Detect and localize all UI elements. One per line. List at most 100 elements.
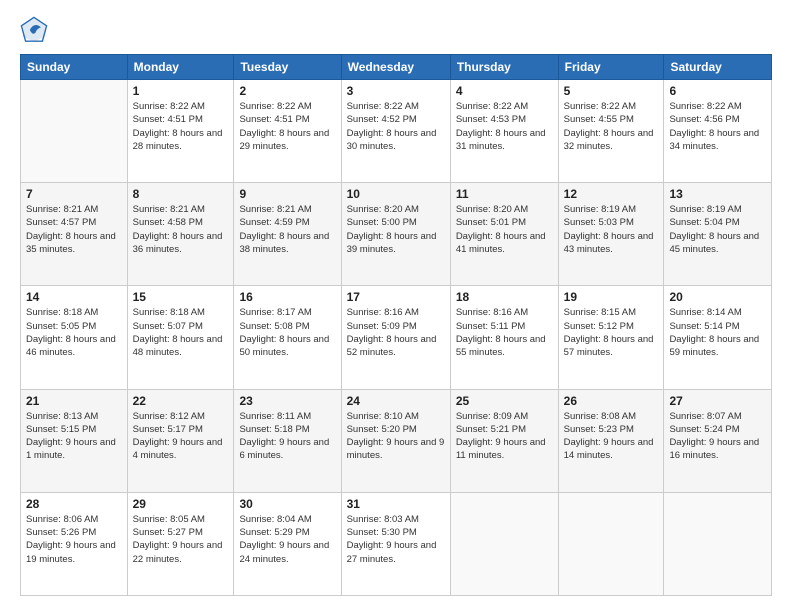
day-cell: 4 Sunrise: 8:22 AMSunset: 4:53 PMDaylight… [450, 80, 558, 183]
day-info: Sunrise: 8:04 AMSunset: 5:29 PMDaylight:… [239, 513, 335, 566]
day-info: Sunrise: 8:05 AMSunset: 5:27 PMDaylight:… [133, 513, 229, 566]
calendar-table: SundayMondayTuesdayWednesdayThursdayFrid… [20, 54, 772, 596]
day-number: 17 [347, 290, 445, 304]
day-cell: 25 Sunrise: 8:09 AMSunset: 5:21 PMDayligh… [450, 389, 558, 492]
week-row: 28 Sunrise: 8:06 AMSunset: 5:26 PMDayligh… [21, 492, 772, 595]
day-info: Sunrise: 8:21 AMSunset: 4:57 PMDaylight:… [26, 203, 122, 256]
weekday-header: Tuesday [234, 55, 341, 80]
page: SundayMondayTuesdayWednesdayThursdayFrid… [0, 0, 792, 612]
day-number: 7 [26, 187, 122, 201]
day-number: 16 [239, 290, 335, 304]
day-info: Sunrise: 8:06 AMSunset: 5:26 PMDaylight:… [26, 513, 122, 566]
weekday-header: Sunday [21, 55, 128, 80]
day-cell: 31 Sunrise: 8:03 AMSunset: 5:30 PMDayligh… [341, 492, 450, 595]
header-row: SundayMondayTuesdayWednesdayThursdayFrid… [21, 55, 772, 80]
day-number: 30 [239, 497, 335, 511]
weekday-header: Saturday [664, 55, 772, 80]
day-number: 9 [239, 187, 335, 201]
day-info: Sunrise: 8:21 AMSunset: 4:58 PMDaylight:… [133, 203, 229, 256]
day-number: 20 [669, 290, 766, 304]
day-cell: 27 Sunrise: 8:07 AMSunset: 5:24 PMDayligh… [664, 389, 772, 492]
day-cell: 11 Sunrise: 8:20 AMSunset: 5:01 PMDayligh… [450, 183, 558, 286]
weekday-header: Friday [558, 55, 664, 80]
day-cell: 3Sunrise: 8:22 AMSunset: 4:52 PMDaylight… [341, 80, 450, 183]
day-info: Sunrise: 8:13 AMSunset: 5:15 PMDaylight:… [26, 410, 122, 463]
logo-icon [20, 16, 48, 44]
week-row: 1 Sunrise: 8:22 AMSunset: 4:51 PMDaylight… [21, 80, 772, 183]
day-cell: 19Sunrise: 8:15 AMSunset: 5:12 PMDayligh… [558, 286, 664, 389]
day-cell: 18 Sunrise: 8:16 AMSunset: 5:11 PMDayligh… [450, 286, 558, 389]
day-cell: 7 Sunrise: 8:21 AMSunset: 4:57 PMDaylight… [21, 183, 128, 286]
day-cell: 23 Sunrise: 8:11 AMSunset: 5:18 PMDayligh… [234, 389, 341, 492]
weekday-header: Monday [127, 55, 234, 80]
day-number: 12 [564, 187, 659, 201]
day-cell: 2Sunrise: 8:22 AMSunset: 4:51 PMDaylight… [234, 80, 341, 183]
day-number: 5 [564, 84, 659, 98]
day-info: Sunrise: 8:22 AMSunset: 4:53 PMDaylight:… [456, 100, 553, 153]
day-info: Sunrise: 8:10 AMSunset: 5:20 PMDaylight:… [347, 410, 445, 463]
day-info: Sunrise: 8:03 AMSunset: 5:30 PMDaylight:… [347, 513, 445, 566]
day-cell: 6Sunrise: 8:22 AMSunset: 4:56 PMDaylight… [664, 80, 772, 183]
day-cell: 14 Sunrise: 8:18 AMSunset: 5:05 PMDayligh… [21, 286, 128, 389]
day-info: Sunrise: 8:17 AMSunset: 5:08 PMDaylight:… [239, 306, 335, 359]
day-cell: 20 Sunrise: 8:14 AMSunset: 5:14 PMDayligh… [664, 286, 772, 389]
day-info: Sunrise: 8:07 AMSunset: 5:24 PMDaylight:… [669, 410, 766, 463]
day-cell: 1Sunrise: 8:22 AMSunset: 4:51 PMDaylight… [127, 80, 234, 183]
day-info: Sunrise: 8:14 AMSunset: 5:14 PMDaylight:… [669, 306, 766, 359]
day-number: 25 [456, 394, 553, 408]
weekday-header: Thursday [450, 55, 558, 80]
day-info: Sunrise: 8:21 AMSunset: 4:59 PMDaylight:… [239, 203, 335, 256]
day-number: 24 [347, 394, 445, 408]
day-cell [664, 492, 772, 595]
day-info: Sunrise: 8:19 AMSunset: 5:04 PMDaylight:… [669, 203, 766, 256]
day-info: Sunrise: 8:18 AMSunset: 5:05 PMDaylight:… [26, 306, 122, 359]
day-number: 29 [133, 497, 229, 511]
day-info: Sunrise: 8:22 AMSunset: 4:52 PMDaylight:… [347, 100, 445, 153]
day-cell: 16 Sunrise: 8:17 AMSunset: 5:08 PMDayligh… [234, 286, 341, 389]
day-info: Sunrise: 8:18 AMSunset: 5:07 PMDaylight:… [133, 306, 229, 359]
day-cell: 21 Sunrise: 8:13 AMSunset: 5:15 PMDayligh… [21, 389, 128, 492]
day-cell: 5 Sunrise: 8:22 AMSunset: 4:55 PMDaylight… [558, 80, 664, 183]
day-number: 14 [26, 290, 122, 304]
day-info: Sunrise: 8:19 AMSunset: 5:03 PMDaylight:… [564, 203, 659, 256]
day-number: 22 [133, 394, 229, 408]
day-number: 28 [26, 497, 122, 511]
day-number: 18 [456, 290, 553, 304]
day-cell: 29 Sunrise: 8:05 AMSunset: 5:27 PMDayligh… [127, 492, 234, 595]
day-number: 31 [347, 497, 445, 511]
day-number: 21 [26, 394, 122, 408]
day-cell: 13 Sunrise: 8:19 AMSunset: 5:04 PMDayligh… [664, 183, 772, 286]
day-info: Sunrise: 8:16 AMSunset: 5:09 PMDaylight:… [347, 306, 445, 359]
day-cell: 22Sunrise: 8:12 AMSunset: 5:17 PMDayligh… [127, 389, 234, 492]
day-info: Sunrise: 8:09 AMSunset: 5:21 PMDaylight:… [456, 410, 553, 463]
week-row: 21 Sunrise: 8:13 AMSunset: 5:15 PMDayligh… [21, 389, 772, 492]
day-number: 10 [347, 187, 445, 201]
week-row: 7 Sunrise: 8:21 AMSunset: 4:57 PMDaylight… [21, 183, 772, 286]
day-number: 13 [669, 187, 766, 201]
day-info: Sunrise: 8:22 AMSunset: 4:51 PMDaylight:… [239, 100, 335, 153]
day-number: 15 [133, 290, 229, 304]
day-cell: 24 Sunrise: 8:10 AMSunset: 5:20 PMDayligh… [341, 389, 450, 492]
logo [20, 16, 52, 44]
day-info: Sunrise: 8:08 AMSunset: 5:23 PMDaylight:… [564, 410, 659, 463]
day-info: Sunrise: 8:11 AMSunset: 5:18 PMDaylight:… [239, 410, 335, 463]
day-cell: 9 Sunrise: 8:21 AMSunset: 4:59 PMDaylight… [234, 183, 341, 286]
day-number: 26 [564, 394, 659, 408]
day-info: Sunrise: 8:20 AMSunset: 5:01 PMDaylight:… [456, 203, 553, 256]
day-cell: 30 Sunrise: 8:04 AMSunset: 5:29 PMDayligh… [234, 492, 341, 595]
day-info: Sunrise: 8:16 AMSunset: 5:11 PMDaylight:… [456, 306, 553, 359]
day-cell [558, 492, 664, 595]
day-number: 27 [669, 394, 766, 408]
day-number: 23 [239, 394, 335, 408]
day-number: 11 [456, 187, 553, 201]
day-info: Sunrise: 8:22 AMSunset: 4:56 PMDaylight:… [669, 100, 766, 153]
day-cell: 15 Sunrise: 8:18 AMSunset: 5:07 PMDayligh… [127, 286, 234, 389]
day-info: Sunrise: 8:22 AMSunset: 4:55 PMDaylight:… [564, 100, 659, 153]
day-number: 4 [456, 84, 553, 98]
day-number: 1 [133, 84, 229, 98]
day-cell: 17 Sunrise: 8:16 AMSunset: 5:09 PMDayligh… [341, 286, 450, 389]
day-cell [21, 80, 128, 183]
week-row: 14 Sunrise: 8:18 AMSunset: 5:05 PMDayligh… [21, 286, 772, 389]
day-number: 8 [133, 187, 229, 201]
day-cell [450, 492, 558, 595]
